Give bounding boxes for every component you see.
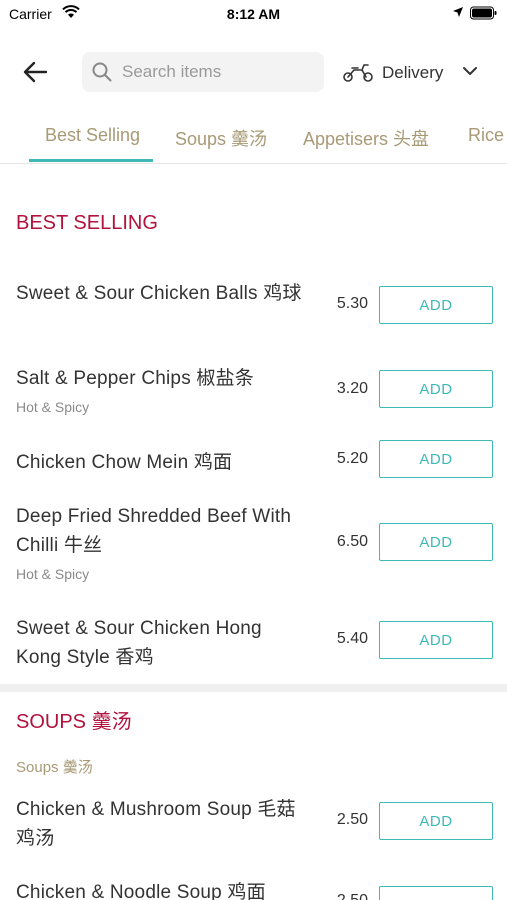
item-name: Sweet & Sour Chicken Hong Kong Style 香鸡 [16, 618, 262, 668]
location-arrow-icon [453, 7, 463, 17]
item-price: 2.50 [320, 892, 368, 900]
tab-best-selling[interactable]: Best Selling [45, 125, 140, 146]
add-button[interactable]: ADD [379, 886, 493, 900]
chevron-down-icon [463, 67, 477, 75]
back-arrow-icon[interactable] [22, 60, 50, 84]
item-name: Chicken Chow Mein 鸡面 [16, 452, 233, 473]
item-name: Sweet & Sour Chicken Balls 鸡球 [16, 283, 302, 304]
section-title-best-selling: BEST SELLING [16, 212, 158, 234]
section-divider [0, 684, 507, 692]
delivery-mode-select[interactable]: Delivery [340, 52, 490, 92]
item-price: 5.20 [336, 450, 368, 467]
item-name: Salt & Pepper Chips 椒盐条 [16, 368, 254, 389]
add-button[interactable]: ADD [379, 286, 493, 324]
tab-soups[interactable]: Soups 羹汤 [175, 125, 267, 151]
scooter-icon [343, 64, 373, 82]
item-name: Deep Fried Shredded Beef With Chilli 牛丝 [16, 506, 292, 556]
item-price: 6.50 [336, 533, 368, 550]
item-tag: Hot & Spicy [16, 399, 90, 415]
delivery-label: Delivery [382, 63, 444, 82]
item-tag: Hot & Spicy [16, 566, 90, 582]
status-bar: Carrier 8:12 AM [0, 0, 507, 28]
item-price: 5.40 [336, 630, 368, 647]
add-button[interactable]: ADD [379, 523, 493, 561]
add-button[interactable]: ADD [379, 440, 493, 478]
section-subtitle-soups: Soups 羹汤 [16, 759, 93, 776]
battery-icon [470, 6, 497, 20]
item-name: Chicken & Noodle Soup 鸡面 [16, 882, 266, 900]
add-button[interactable]: ADD [379, 802, 493, 840]
add-button[interactable]: ADD [379, 621, 493, 659]
tab-rice[interactable]: Rice [468, 125, 504, 146]
category-tabs: Best Selling Soups 羹汤 Appetisers 头盘 Rice [0, 112, 507, 164]
active-tab-indicator [29, 159, 153, 162]
top-nav: Delivery [0, 48, 507, 96]
clock: 8:12 AM [226, 6, 281, 22]
item-name: Chicken & Mushroom Soup 毛菇鸡汤 [16, 799, 296, 849]
section-title-soups: SOUPS 羹汤 [16, 711, 132, 733]
tab-appetisers[interactable]: Appetisers 头盘 [303, 125, 429, 151]
search-input[interactable] [122, 52, 317, 92]
search-box[interactable] [82, 52, 324, 92]
item-price: 3.20 [336, 380, 368, 397]
item-price: 2.50 [336, 811, 368, 828]
add-button[interactable]: ADD [379, 370, 493, 408]
item-price: 5.30 [336, 295, 368, 312]
search-icon [92, 62, 112, 82]
